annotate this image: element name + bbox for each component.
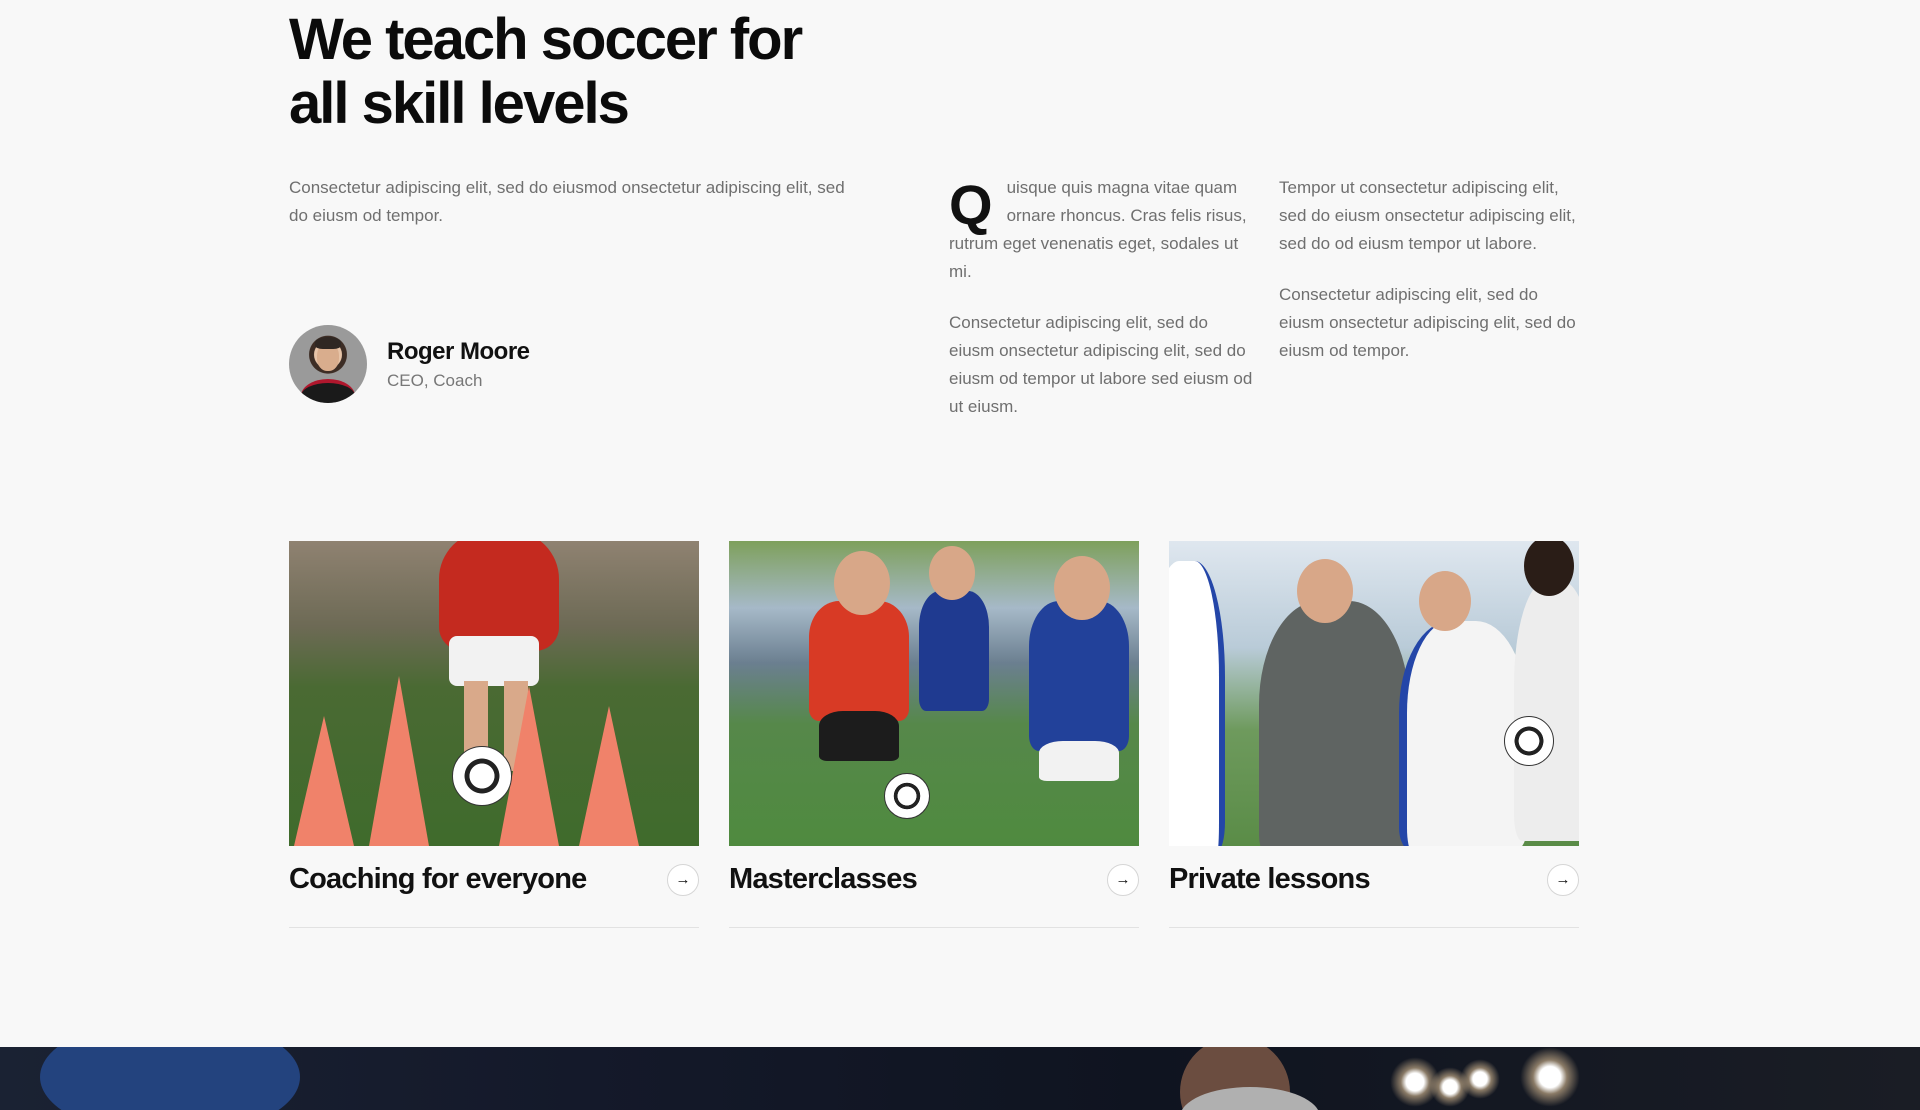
- kids-playing-photo-icon[interactable]: [729, 541, 1139, 846]
- service-card-masterclasses[interactable]: Masterclasses →: [729, 541, 1139, 928]
- coach-with-players-photo-icon[interactable]: [1169, 541, 1579, 846]
- avatar: [289, 325, 367, 403]
- paragraph-with-dropcap: Quisque quis magna vitae quam ornare rho…: [949, 174, 1254, 286]
- paragraph-text: Tempor ut consectetur adipiscing elit, s…: [1279, 178, 1576, 253]
- arrow-right-icon[interactable]: →: [667, 863, 699, 896]
- paragraph-text: Consectetur adipiscing elit, sed do eius…: [1279, 285, 1576, 360]
- text-column-right: Tempor ut consectetur adipiscing elit, s…: [1279, 174, 1584, 388]
- cones-photo-icon[interactable]: [289, 541, 699, 846]
- author-text: Roger Moore CEO, Coach: [387, 337, 530, 391]
- service-card-coaching[interactable]: Coaching for everyone →: [289, 541, 699, 928]
- next-section-hero-image: [0, 1047, 1920, 1110]
- arrow-right-icon[interactable]: →: [1107, 863, 1139, 896]
- card-title[interactable]: Private lessons: [1169, 863, 1371, 896]
- author-block: Roger Moore CEO, Coach: [289, 325, 530, 403]
- paragraph-text: Consectetur adipiscing elit, sed do eius…: [949, 313, 1253, 416]
- author-name: Roger Moore: [387, 338, 530, 365]
- card-title[interactable]: Coaching for everyone: [289, 863, 587, 896]
- author-role: CEO, Coach: [387, 371, 483, 390]
- text-column-left: Quisque quis magna vitae quam ornare rho…: [949, 174, 1254, 444]
- service-cards: Coaching for everyone → Masterclasses →: [289, 541, 1579, 928]
- service-card-private-lessons[interactable]: Private lessons →: [1169, 541, 1579, 928]
- card-title[interactable]: Masterclasses: [729, 863, 918, 896]
- dropcap: Q: [949, 173, 993, 236]
- about-section: We teach soccer for all skill levels Con…: [289, 0, 1579, 1047]
- headline-line-1: We teach soccer for: [289, 7, 803, 72]
- arrow-right-icon[interactable]: →: [1547, 863, 1579, 896]
- section-headline: We teach soccer for all skill levels: [289, 8, 849, 136]
- headline-line-2: all skill levels: [289, 71, 630, 136]
- intro-text: Consectetur adipiscing elit, sed do eius…: [289, 178, 845, 225]
- paragraph-text: uisque quis magna vitae quam ornare rhon…: [949, 178, 1247, 281]
